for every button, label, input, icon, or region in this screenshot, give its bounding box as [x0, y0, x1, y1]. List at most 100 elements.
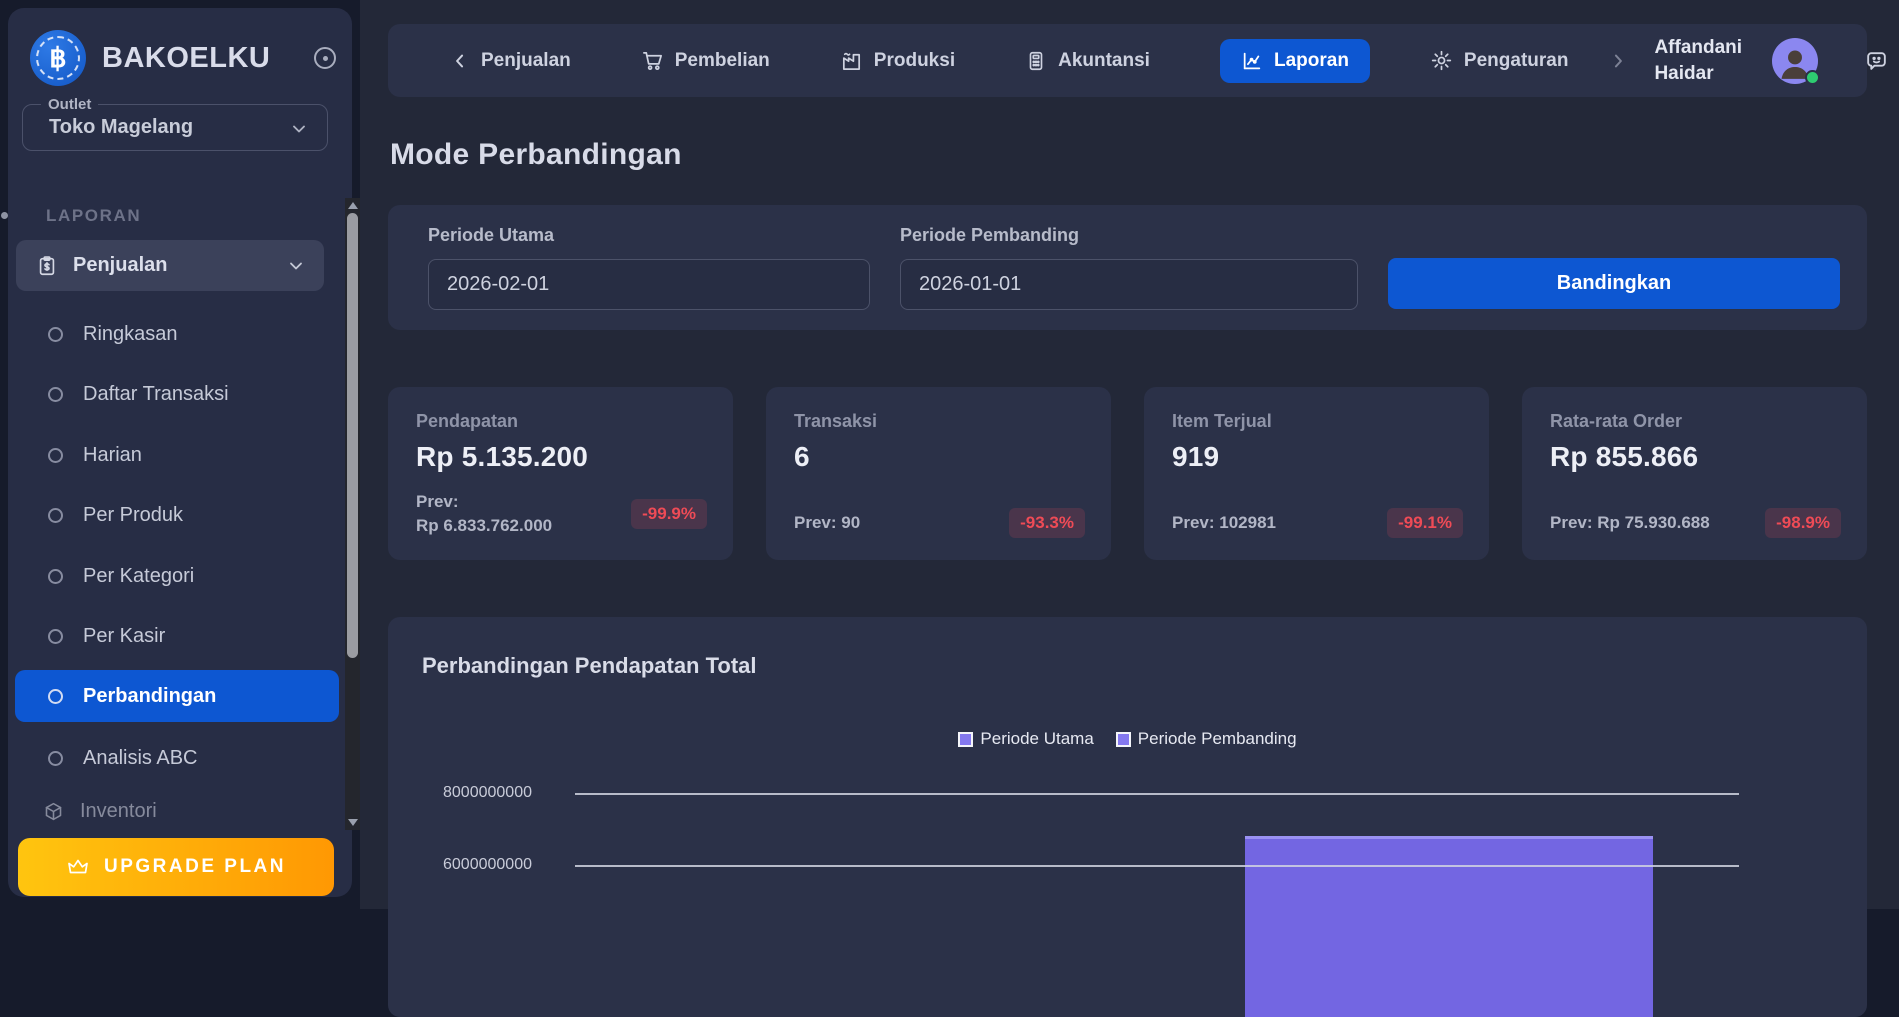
periode-utama-label: Periode Utama [428, 225, 554, 246]
nav-item-laporan[interactable]: Laporan [1220, 39, 1370, 83]
sub-item-label: Per Produk [83, 504, 183, 527]
stats-row: Pendapatan Rp 5.135.200 Prev: Rp 6.833.7… [388, 387, 1867, 560]
online-status-dot [1805, 70, 1820, 85]
user-name-line1: Affandani [1654, 35, 1742, 61]
nav-item-label: Pembelian [675, 50, 770, 72]
cart-icon [641, 49, 664, 72]
legend-periode-utama[interactable]: Periode Utama [958, 729, 1093, 749]
gridline-8b [575, 793, 1739, 795]
top-navigation: Penjualan Pembelian Produksi Akuntansi [388, 24, 1867, 97]
sidebar-collapse-icon[interactable] [314, 47, 336, 69]
periode-pembanding-input[interactable] [900, 259, 1358, 310]
sub-item-label: Per Kategori [83, 565, 194, 588]
sub-item-label: Inventori [80, 800, 157, 823]
y-axis-tick: 8000000000 [443, 784, 565, 802]
legend-periode-pembanding[interactable]: Periode Pembanding [1116, 729, 1297, 749]
scrollbar-thumb[interactable] [347, 213, 358, 658]
sub-item-label: Harian [83, 444, 142, 467]
stat-card-pendapatan: Pendapatan Rp 5.135.200 Prev: Rp 6.833.7… [388, 387, 733, 560]
upgrade-plan-label: UPGRADE PLAN [104, 856, 286, 878]
stat-label: Rata-rata Order [1550, 411, 1841, 432]
user-name[interactable]: Affandani Haidar [1654, 35, 1742, 87]
sidebar-item-harian[interactable]: Harian [15, 429, 339, 481]
stat-change-badge: -93.3% [1009, 508, 1085, 538]
stat-prev-line2: Rp 6.833.762.000 [416, 514, 552, 538]
bar-periode-pembanding[interactable] [1245, 836, 1653, 1017]
outlet-value: Toko Magelang [49, 116, 193, 139]
sub-item-label: Analisis ABC [83, 747, 198, 770]
nav-item-label: Laporan [1274, 50, 1349, 72]
sub-item-label: Ringkasan [83, 323, 178, 346]
scrollbar-up-arrow[interactable] [348, 202, 358, 209]
radio-bullet-icon [48, 629, 63, 644]
chart-icon [1241, 50, 1263, 72]
cube-icon [43, 801, 64, 822]
stat-label: Item Terjual [1172, 411, 1463, 432]
sidebar-item-ringkasan[interactable]: Ringkasan [15, 308, 339, 360]
stat-value: Rp 855.866 [1550, 441, 1841, 473]
periode-utama-input[interactable] [428, 259, 870, 310]
stat-value: Rp 5.135.200 [416, 441, 707, 473]
comparison-chart-panel: Perbandingan Pendapatan Total Periode Ut… [388, 617, 1867, 1017]
stat-change-badge: -99.9% [631, 499, 707, 529]
legend-swatch-icon [1116, 732, 1131, 747]
sidebar: ฿ BAKOELKU Outlet Toko Magelang LAPORAN … [8, 8, 352, 897]
logo-row: ฿ BAKOELKU [30, 26, 336, 90]
nav-item-label: Penjualan [481, 50, 571, 72]
sidebar-item-perbandingan[interactable]: Perbandingan [15, 670, 339, 722]
avatar[interactable] [1772, 38, 1818, 84]
nav-item-akuntansi[interactable]: Akuntansi [1025, 50, 1150, 72]
sidebar-item-analisis-abc[interactable]: Analisis ABC [15, 732, 339, 784]
radio-bullet-icon [48, 327, 63, 342]
stat-value: 919 [1172, 441, 1463, 473]
nav-item-penjualan[interactable]: Penjualan [450, 50, 571, 72]
stat-label: Pendapatan [416, 411, 707, 432]
gear-icon [1430, 49, 1453, 72]
scroll-indicator-dot [1, 212, 8, 219]
scrollbar-down-arrow[interactable] [348, 819, 358, 826]
upgrade-plan-button[interactable]: UPGRADE PLAN [18, 838, 334, 896]
stat-change-badge: -99.1% [1387, 508, 1463, 538]
legend-swatch-icon [958, 732, 973, 747]
compare-form-panel: Periode Utama Periode Pembanding Banding… [388, 205, 1867, 330]
radio-bullet-icon [48, 569, 63, 584]
nav-scroll-right-icon[interactable] [1608, 51, 1628, 71]
sidebar-item-daftar-transaksi[interactable]: Daftar Transaksi [15, 368, 339, 420]
sidebar-item-per-kategori[interactable]: Per Kategori [15, 550, 339, 602]
nav-item-label: Pengaturan [1464, 50, 1569, 72]
radio-bullet-icon [48, 751, 63, 766]
stat-prev: Prev: 90 [794, 511, 860, 535]
sidebar-item-per-kasir[interactable]: Per Kasir [15, 610, 339, 662]
stat-prev-line1: Prev: [416, 490, 552, 514]
stat-change-badge: -98.9% [1765, 508, 1841, 538]
radio-bullet-icon [48, 689, 63, 704]
sidebar-scrollbar[interactable] [345, 198, 360, 830]
stat-card-item-terjual: Item Terjual 919 Prev: 102981 -99.1% [1144, 387, 1489, 560]
stat-label: Transaksi [794, 411, 1085, 432]
radio-bullet-icon [48, 448, 63, 463]
brand-coin-icon: ฿ [30, 30, 86, 86]
stat-prev: Prev: 102981 [1172, 511, 1276, 535]
sidebar-item-per-produk[interactable]: Per Produk [15, 489, 339, 541]
sub-item-label: Perbandingan [83, 685, 216, 708]
nav-item-produksi[interactable]: Produksi [840, 49, 955, 72]
nav-item-pembelian[interactable]: Pembelian [641, 49, 770, 72]
chat-button[interactable] [1864, 48, 1889, 73]
sidebar-section-laporan: LAPORAN [46, 206, 141, 226]
clipboard-dollar-icon [36, 255, 58, 277]
sidebar-item-penjualan[interactable]: Penjualan [16, 240, 324, 291]
legend-label: Periode Pembanding [1138, 729, 1297, 749]
stat-prev: Prev: Rp 6.833.762.000 [416, 490, 552, 538]
page-title: Mode Perbandingan [390, 138, 682, 172]
brand-name: BAKOELKU [102, 42, 270, 75]
legend-label: Periode Utama [980, 729, 1093, 749]
bandingkan-button[interactable]: Bandingkan [1388, 258, 1840, 309]
nav-item-pengaturan[interactable]: Pengaturan [1430, 49, 1569, 72]
outlet-select[interactable]: Outlet Toko Magelang [22, 104, 328, 151]
chart-title: Perbandingan Pendapatan Total [422, 653, 757, 679]
sidebar-item-inventori[interactable]: Inventori [15, 785, 339, 837]
gridline-6b [575, 865, 1739, 867]
nav-item-label: Produksi [874, 50, 955, 72]
chevron-down-icon [289, 119, 309, 139]
sidebar-item-label: Penjualan [73, 254, 167, 277]
